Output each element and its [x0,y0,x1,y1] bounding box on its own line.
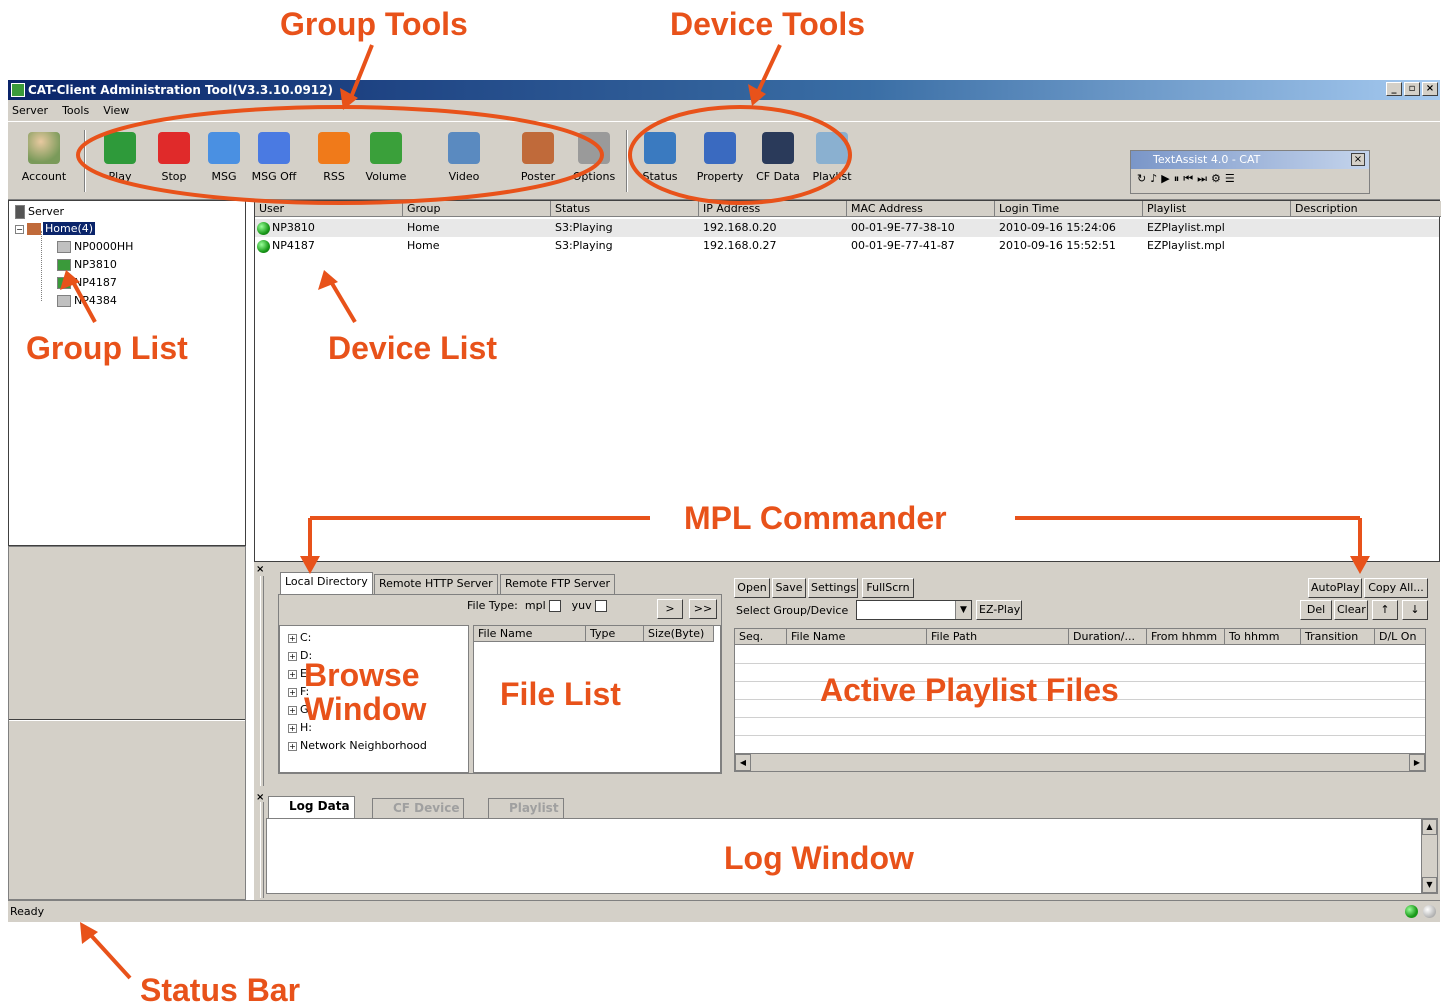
callout-group-tools: Group Tools [280,6,468,42]
callout-status-bar: Status Bar [140,972,301,1008]
callout-group-list: Group List [26,330,188,366]
callout-file-list: File List [500,676,621,712]
callout-active-playlist: Active Playlist Files [820,672,1119,708]
callout-device-tools: Device Tools [670,6,866,42]
callout-mpl-commander: MPL Commander [684,500,947,536]
callout-log-window: Log Window [724,840,914,876]
callout-device-list: Device List [328,330,497,366]
callout-browse-window: Browse Window [304,657,427,727]
